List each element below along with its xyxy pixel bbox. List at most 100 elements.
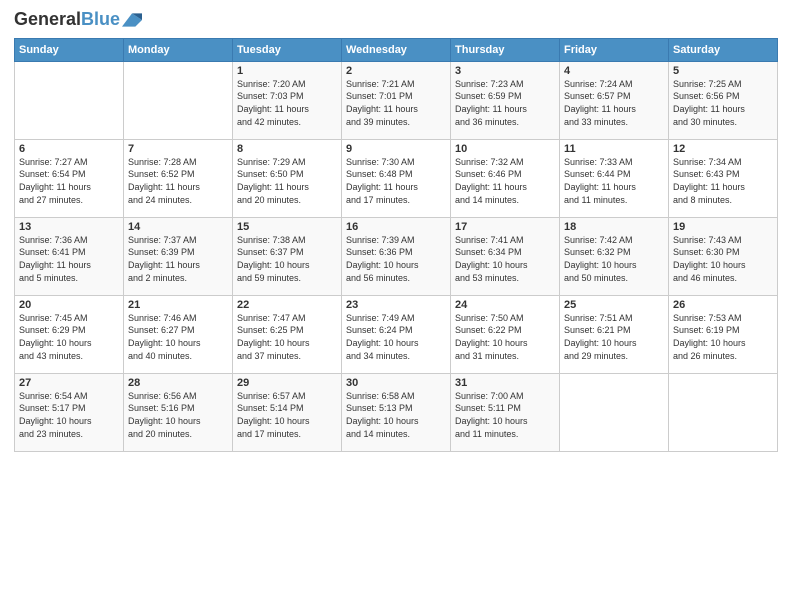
day-number: 25 (564, 299, 664, 311)
calendar-cell: 21Sunrise: 7:46 AM Sunset: 6:27 PM Dayli… (124, 295, 233, 373)
day-info: Sunrise: 6:57 AM Sunset: 5:14 PM Dayligh… (237, 390, 337, 440)
day-number: 30 (346, 377, 446, 389)
calendar-cell: 29Sunrise: 6:57 AM Sunset: 5:14 PM Dayli… (233, 373, 342, 451)
day-number: 31 (455, 377, 555, 389)
calendar-cell: 27Sunrise: 6:54 AM Sunset: 5:17 PM Dayli… (15, 373, 124, 451)
day-number: 12 (673, 143, 773, 155)
day-info: Sunrise: 7:29 AM Sunset: 6:50 PM Dayligh… (237, 156, 337, 206)
day-header-tuesday: Tuesday (233, 38, 342, 61)
calendar-cell: 9Sunrise: 7:30 AM Sunset: 6:48 PM Daylig… (342, 139, 451, 217)
day-number: 19 (673, 221, 773, 233)
calendar-cell: 20Sunrise: 7:45 AM Sunset: 6:29 PM Dayli… (15, 295, 124, 373)
calendar-cell: 8Sunrise: 7:29 AM Sunset: 6:50 PM Daylig… (233, 139, 342, 217)
day-number: 4 (564, 65, 664, 77)
day-info: Sunrise: 7:24 AM Sunset: 6:57 PM Dayligh… (564, 78, 664, 128)
day-number: 6 (19, 143, 119, 155)
calendar-cell: 11Sunrise: 7:33 AM Sunset: 6:44 PM Dayli… (560, 139, 669, 217)
calendar-header: SundayMondayTuesdayWednesdayThursdayFrid… (15, 38, 778, 61)
day-header-sunday: Sunday (15, 38, 124, 61)
day-info: Sunrise: 7:27 AM Sunset: 6:54 PM Dayligh… (19, 156, 119, 206)
calendar-cell: 1Sunrise: 7:20 AM Sunset: 7:03 PM Daylig… (233, 61, 342, 139)
day-number: 8 (237, 143, 337, 155)
day-number: 2 (346, 65, 446, 77)
day-header-friday: Friday (560, 38, 669, 61)
day-header-monday: Monday (124, 38, 233, 61)
day-info: Sunrise: 7:33 AM Sunset: 6:44 PM Dayligh… (564, 156, 664, 206)
day-number: 23 (346, 299, 446, 311)
calendar-cell: 18Sunrise: 7:42 AM Sunset: 6:32 PM Dayli… (560, 217, 669, 295)
calendar-cell: 2Sunrise: 7:21 AM Sunset: 7:01 PM Daylig… (342, 61, 451, 139)
calendar-cell: 24Sunrise: 7:50 AM Sunset: 6:22 PM Dayli… (451, 295, 560, 373)
day-number: 17 (455, 221, 555, 233)
day-info: Sunrise: 7:43 AM Sunset: 6:30 PM Dayligh… (673, 234, 773, 284)
page-header: GeneralBlue (14, 10, 778, 30)
calendar-cell: 14Sunrise: 7:37 AM Sunset: 6:39 PM Dayli… (124, 217, 233, 295)
day-header-thursday: Thursday (451, 38, 560, 61)
day-info: Sunrise: 7:23 AM Sunset: 6:59 PM Dayligh… (455, 78, 555, 128)
day-number: 10 (455, 143, 555, 155)
day-number: 11 (564, 143, 664, 155)
day-number: 18 (564, 221, 664, 233)
calendar-cell: 17Sunrise: 7:41 AM Sunset: 6:34 PM Dayli… (451, 217, 560, 295)
day-number: 14 (128, 221, 228, 233)
calendar-cell: 6Sunrise: 7:27 AM Sunset: 6:54 PM Daylig… (15, 139, 124, 217)
calendar-cell: 5Sunrise: 7:25 AM Sunset: 6:56 PM Daylig… (669, 61, 778, 139)
day-number: 24 (455, 299, 555, 311)
day-number: 21 (128, 299, 228, 311)
day-info: Sunrise: 7:00 AM Sunset: 5:11 PM Dayligh… (455, 390, 555, 440)
calendar-cell (124, 61, 233, 139)
day-info: Sunrise: 7:50 AM Sunset: 6:22 PM Dayligh… (455, 312, 555, 362)
day-number: 3 (455, 65, 555, 77)
day-header-wednesday: Wednesday (342, 38, 451, 61)
logo-icon (122, 13, 142, 27)
header-row: SundayMondayTuesdayWednesdayThursdayFrid… (15, 38, 778, 61)
day-info: Sunrise: 7:34 AM Sunset: 6:43 PM Dayligh… (673, 156, 773, 206)
day-info: Sunrise: 7:21 AM Sunset: 7:01 PM Dayligh… (346, 78, 446, 128)
calendar-cell: 26Sunrise: 7:53 AM Sunset: 6:19 PM Dayli… (669, 295, 778, 373)
day-info: Sunrise: 7:30 AM Sunset: 6:48 PM Dayligh… (346, 156, 446, 206)
day-info: Sunrise: 7:38 AM Sunset: 6:37 PM Dayligh… (237, 234, 337, 284)
day-info: Sunrise: 7:25 AM Sunset: 6:56 PM Dayligh… (673, 78, 773, 128)
day-number: 5 (673, 65, 773, 77)
day-info: Sunrise: 7:46 AM Sunset: 6:27 PM Dayligh… (128, 312, 228, 362)
day-number: 28 (128, 377, 228, 389)
calendar-cell: 16Sunrise: 7:39 AM Sunset: 6:36 PM Dayli… (342, 217, 451, 295)
week-row-0: 1Sunrise: 7:20 AM Sunset: 7:03 PM Daylig… (15, 61, 778, 139)
calendar-cell: 12Sunrise: 7:34 AM Sunset: 6:43 PM Dayli… (669, 139, 778, 217)
day-info: Sunrise: 6:58 AM Sunset: 5:13 PM Dayligh… (346, 390, 446, 440)
calendar-cell: 7Sunrise: 7:28 AM Sunset: 6:52 PM Daylig… (124, 139, 233, 217)
day-number: 9 (346, 143, 446, 155)
day-info: Sunrise: 7:28 AM Sunset: 6:52 PM Dayligh… (128, 156, 228, 206)
day-number: 15 (237, 221, 337, 233)
day-info: Sunrise: 6:56 AM Sunset: 5:16 PM Dayligh… (128, 390, 228, 440)
calendar-cell: 31Sunrise: 7:00 AM Sunset: 5:11 PM Dayli… (451, 373, 560, 451)
day-header-saturday: Saturday (669, 38, 778, 61)
week-row-3: 20Sunrise: 7:45 AM Sunset: 6:29 PM Dayli… (15, 295, 778, 373)
day-number: 13 (19, 221, 119, 233)
calendar-cell: 30Sunrise: 6:58 AM Sunset: 5:13 PM Dayli… (342, 373, 451, 451)
calendar-cell (15, 61, 124, 139)
calendar-cell (669, 373, 778, 451)
calendar-cell: 23Sunrise: 7:49 AM Sunset: 6:24 PM Dayli… (342, 295, 451, 373)
calendar-cell: 28Sunrise: 6:56 AM Sunset: 5:16 PM Dayli… (124, 373, 233, 451)
calendar-cell: 25Sunrise: 7:51 AM Sunset: 6:21 PM Dayli… (560, 295, 669, 373)
calendar-cell: 3Sunrise: 7:23 AM Sunset: 6:59 PM Daylig… (451, 61, 560, 139)
day-info: Sunrise: 7:45 AM Sunset: 6:29 PM Dayligh… (19, 312, 119, 362)
logo: GeneralBlue (14, 10, 142, 30)
calendar-table: SundayMondayTuesdayWednesdayThursdayFrid… (14, 38, 778, 452)
calendar-cell: 10Sunrise: 7:32 AM Sunset: 6:46 PM Dayli… (451, 139, 560, 217)
day-info: Sunrise: 7:39 AM Sunset: 6:36 PM Dayligh… (346, 234, 446, 284)
day-info: Sunrise: 7:49 AM Sunset: 6:24 PM Dayligh… (346, 312, 446, 362)
page-container: GeneralBlue SundayMondayTuesdayWednesday… (0, 0, 792, 462)
calendar-cell: 4Sunrise: 7:24 AM Sunset: 6:57 PM Daylig… (560, 61, 669, 139)
calendar-cell: 13Sunrise: 7:36 AM Sunset: 6:41 PM Dayli… (15, 217, 124, 295)
day-info: Sunrise: 7:42 AM Sunset: 6:32 PM Dayligh… (564, 234, 664, 284)
week-row-1: 6Sunrise: 7:27 AM Sunset: 6:54 PM Daylig… (15, 139, 778, 217)
day-number: 16 (346, 221, 446, 233)
day-number: 26 (673, 299, 773, 311)
day-info: Sunrise: 7:41 AM Sunset: 6:34 PM Dayligh… (455, 234, 555, 284)
calendar-cell: 19Sunrise: 7:43 AM Sunset: 6:30 PM Dayli… (669, 217, 778, 295)
logo-text: GeneralBlue (14, 10, 120, 30)
calendar-body: 1Sunrise: 7:20 AM Sunset: 7:03 PM Daylig… (15, 61, 778, 451)
day-info: Sunrise: 7:47 AM Sunset: 6:25 PM Dayligh… (237, 312, 337, 362)
